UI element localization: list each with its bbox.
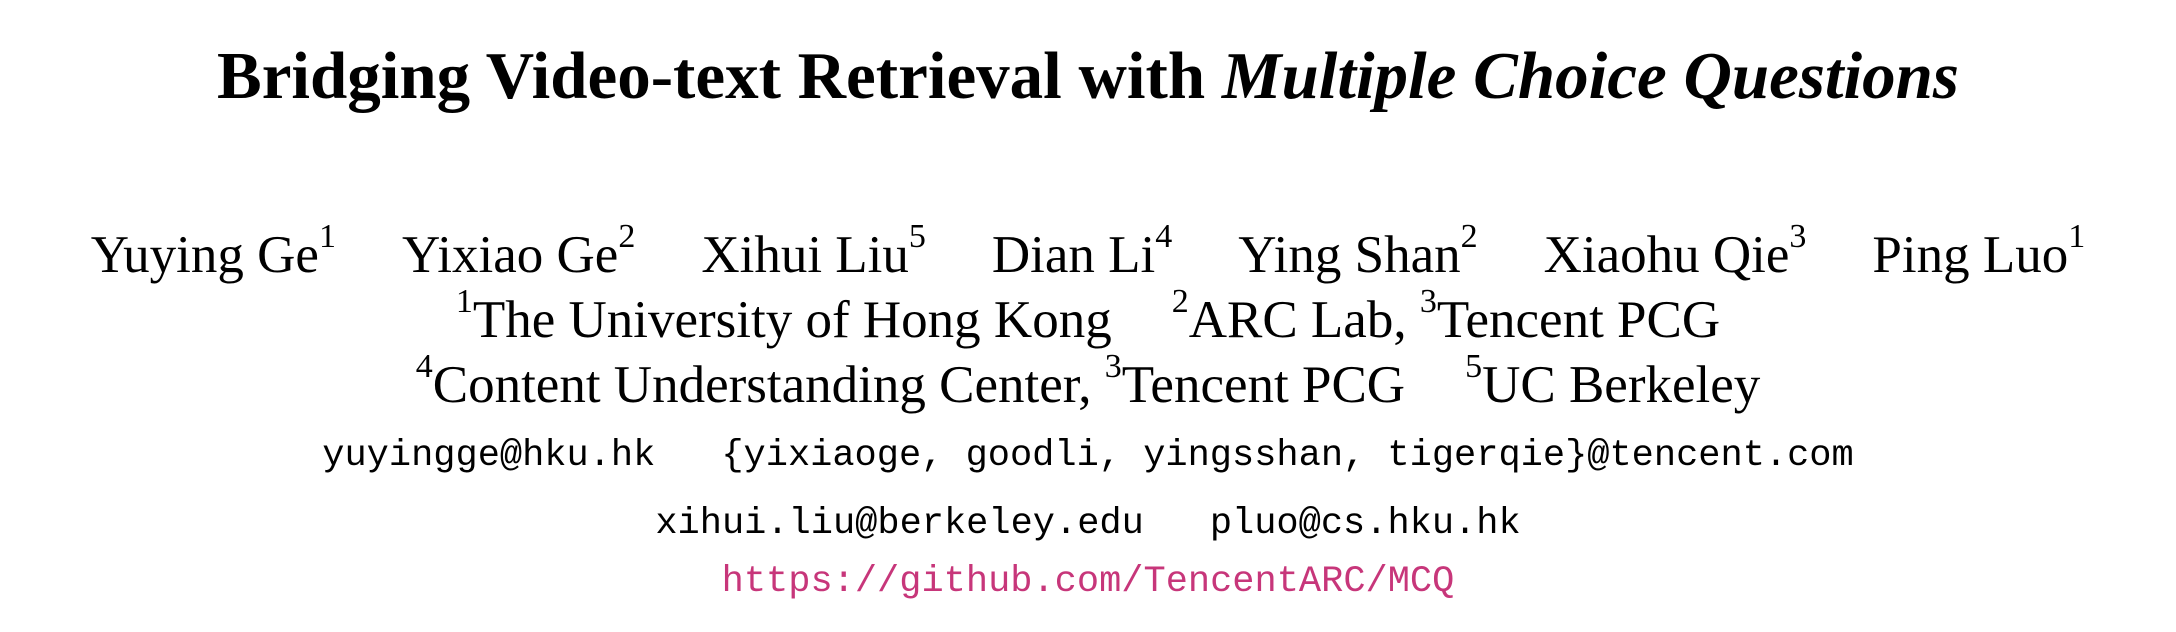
paper-title: Bridging Video-text Retrieval with Multi… — [0, 34, 2176, 118]
affiliation-mark: 5 — [1465, 348, 1483, 386]
author-name: Dian Li — [991, 226, 1156, 284]
affiliation-content-understanding: Content Understanding Center, — [432, 356, 1105, 414]
email-tencent-group[interactable]: {yixiaoge, goodli, yingsshan, tigerqie}@… — [721, 435, 1853, 477]
author-affiliation-mark: 5 — [908, 218, 926, 256]
email-line-1: yuyingge@hku.hk {yixiaoge, goodli, yingss… — [0, 430, 2176, 482]
affiliation-tencent-pcg: Tencent PCG — [1436, 291, 1721, 349]
author-list: Yuying Ge1 Yixiao Ge2 Xihui Liu5 Dian Li4 Yi… — [0, 220, 2176, 288]
author-5: Ying Shan2 — [1238, 220, 1477, 288]
author-name: Yixiao Ge — [401, 226, 619, 284]
author-affiliation-mark: 4 — [1155, 218, 1173, 256]
email-line-2: xihui.liu@berkeley.edu pluo@cs.hku.hk — [0, 498, 2176, 550]
email-yuyingge[interactable]: yuyingge@hku.hk — [322, 435, 655, 477]
author-name: Yuying Ge — [90, 226, 319, 284]
author-2: Yixiao Ge2 — [401, 220, 635, 288]
affiliation-tencent-pcg: Tencent PCG — [1121, 356, 1406, 414]
author-affiliation-mark: 2 — [1460, 218, 1478, 256]
email-pluo[interactable]: pluo@cs.hku.hk — [1210, 503, 1521, 545]
affiliation-uc-berkeley: UC Berkeley — [1482, 356, 1761, 414]
affiliation-mark: 4 — [415, 348, 433, 386]
paper-title-plain: Bridging Video-text Retrieval with — [217, 39, 1222, 113]
affiliation-mark: 3 — [1104, 348, 1122, 386]
affiliation-line-1: 1The University of Hong Kong 2ARC Lab, 3T… — [0, 285, 2176, 353]
affiliation-line-2: 4Content Understanding Center, 3Tencent … — [0, 350, 2176, 418]
author-affiliation-mark: 2 — [618, 218, 636, 256]
author-4: Dian Li4 — [991, 220, 1172, 288]
email-xihui-liu[interactable]: xihui.liu@berkeley.edu — [655, 503, 1143, 545]
author-affiliation-mark: 1 — [318, 218, 336, 256]
author-name: Xihui Liu — [701, 226, 909, 284]
author-name: Xiaohu Qie — [1543, 226, 1790, 284]
author-7: Ping Luo1 — [1872, 220, 2085, 288]
author-name: Ping Luo — [1872, 226, 2069, 284]
affiliation-mark: 2 — [1171, 283, 1189, 321]
affiliation-arc-lab: ARC Lab, — [1188, 291, 1420, 349]
github-link[interactable]: https://github.com/TencentARC/MCQ — [0, 556, 2176, 608]
paper-title-italic: Multiple Choice Questions — [1221, 39, 1959, 113]
affiliation-hku: The University of Hong Kong — [472, 291, 1112, 349]
author-name: Ying Shan — [1238, 226, 1461, 284]
author-1: Yuying Ge1 — [90, 220, 336, 288]
affiliation-mark: 3 — [1419, 283, 1437, 321]
author-3: Xihui Liu5 — [701, 220, 926, 288]
affiliation-mark: 1 — [455, 283, 473, 321]
author-affiliation-mark: 3 — [1789, 218, 1807, 256]
author-6: Xiaohu Qie3 — [1543, 220, 1807, 288]
paper-header: Bridging Video-text Retrieval with Multi… — [0, 0, 2176, 632]
author-affiliation-mark: 1 — [2068, 218, 2086, 256]
